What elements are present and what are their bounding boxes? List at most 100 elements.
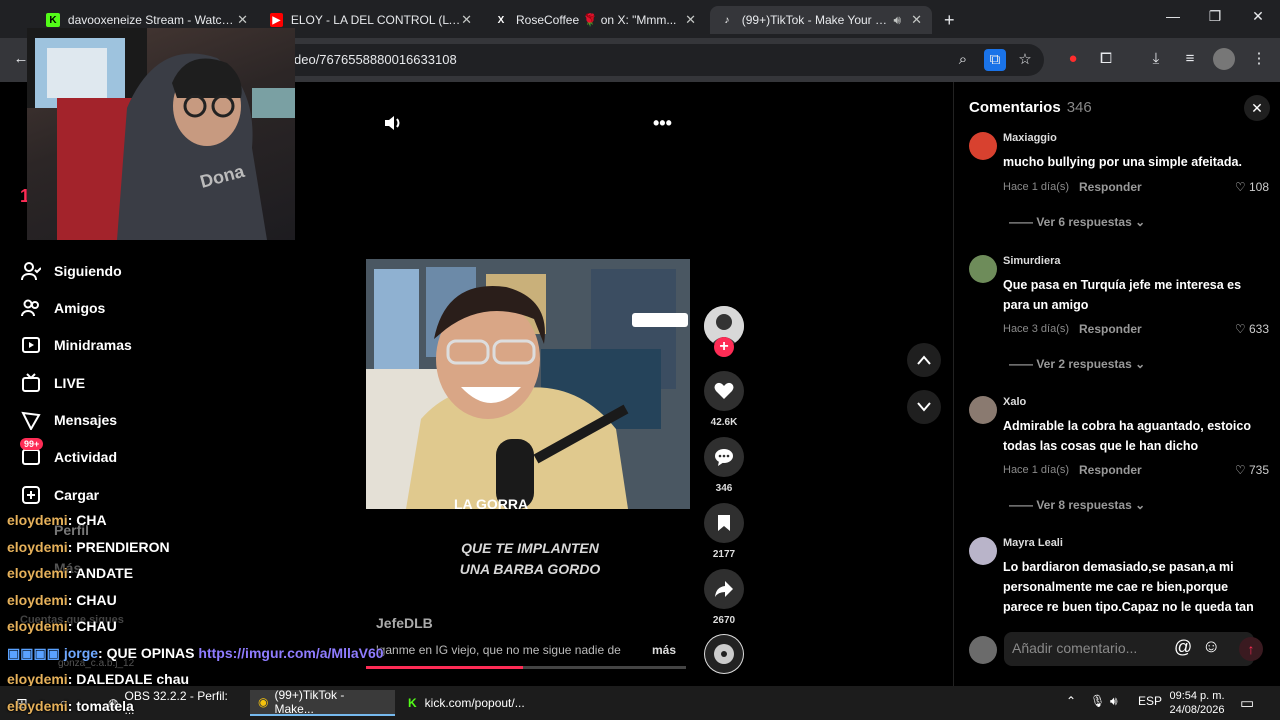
sidebar-item-amigos[interactable]: Amigos: [20, 297, 105, 319]
chat-message: eloydemi: CHAU: [7, 618, 117, 634]
notification-badge: 99+: [20, 438, 44, 450]
comment-input-box[interactable]: @ ☺: [1004, 632, 1254, 666]
sidebar-item-mensajes[interactable]: Mensajes: [20, 409, 117, 431]
sidebar-item-siguiendo[interactable]: Siguiendo: [20, 260, 122, 282]
view-replies-button[interactable]: —— Ver 8 respuestas ⌄: [1009, 498, 1145, 512]
windows-taskbar: ⊞ ○ ◍ OBS 32.2.2 - Perfil: ... ◉ (99+)TikT…: [0, 686, 1280, 720]
new-tab-button[interactable]: +: [934, 6, 964, 34]
follow-plus-icon[interactable]: +: [714, 337, 734, 357]
more-options-icon[interactable]: •••: [653, 113, 672, 134]
close-tab-icon[interactable]: ✕: [461, 12, 472, 28]
taskbar-app-kick[interactable]: Kkick.com/popout/...: [400, 690, 545, 716]
reply-button[interactable]: Responder: [1079, 180, 1142, 194]
comment-username[interactable]: Simurdiera: [1003, 255, 1060, 267]
tab-tiktok[interactable]: ♪ (99+)TikTok - Make Your Da 🔊︎ ✕: [710, 6, 932, 34]
language-indicator[interactable]: ESP: [1138, 694, 1162, 708]
zoom-icon[interactable]: ⌕: [952, 49, 974, 71]
close-tab-icon[interactable]: ✕: [237, 12, 248, 28]
cast-icon[interactable]: ⧉: [984, 49, 1006, 71]
video-player[interactable]: LA GORRA: [366, 259, 690, 509]
upload-icon: [20, 484, 42, 506]
sound-disc-button[interactable]: [704, 634, 744, 674]
view-replies-button[interactable]: —— Ver 6 respuestas ⌄: [1009, 215, 1145, 229]
avatar[interactable]: [969, 396, 997, 424]
media-control-icon[interactable]: ≡: [1179, 48, 1201, 70]
volume-icon[interactable]: [383, 113, 405, 135]
creator-avatar-button[interactable]: +: [704, 306, 744, 357]
close-comments-icon[interactable]: ✕: [1244, 95, 1270, 121]
audio-playing-icon[interactable]: 🔊︎: [894, 13, 902, 28]
close-window-icon[interactable]: ✕: [1243, 8, 1273, 25]
video-caption: QUE TE IMPLANTEN UNA BARBA GORDO: [459, 540, 601, 577]
reply-button[interactable]: Responder: [1079, 463, 1142, 477]
extension-red-icon[interactable]: ●: [1062, 48, 1084, 70]
activity-icon: 99+: [20, 438, 44, 468]
close-tab-icon[interactable]: ✕: [685, 12, 696, 28]
comment-text: Lo bardiaron demasiado,se pasan,a mi per…: [1003, 560, 1254, 614]
view-replies-button[interactable]: —— Ver 2 respuestas ⌄: [1009, 357, 1145, 371]
emoji-icon[interactable]: ☺: [1202, 636, 1220, 657]
extensions-icon[interactable]: ⧠: [1095, 48, 1117, 70]
comment-like-button[interactable]: ♡ 108: [1235, 180, 1269, 194]
menu-dots-icon[interactable]: ⋮: [1248, 48, 1270, 70]
save-count: 2177: [712, 549, 736, 560]
comment-like-button[interactable]: ♡ 735: [1235, 463, 1269, 477]
chat-message: eloydemi: tomatela: [7, 698, 134, 714]
comment-text: mucho bullying por una simple afeitada.: [1003, 155, 1242, 169]
comment-time: Hace 1 día(s): [1003, 181, 1070, 193]
microphone-icon[interactable]: 🎙︎: [1090, 694, 1105, 708]
sidebar-item-actividad[interactable]: 99+ Actividad: [20, 438, 117, 468]
live-icon: [20, 372, 42, 394]
taskbar-app-chrome[interactable]: ◉ (99+)TikTok - Make...: [250, 688, 395, 716]
maximize-icon[interactable]: ❐: [1200, 8, 1230, 25]
bookmark-star-icon[interactable]: ☆: [1014, 49, 1036, 71]
chat-message: eloydemi: ANDATE: [7, 565, 134, 581]
sidebar-item-cargar[interactable]: Cargar: [20, 484, 99, 506]
comment-item: Simurdiera Que pasa en Turquía jefe me i…: [969, 255, 1269, 371]
minimize-icon[interactable]: —: [1158, 8, 1188, 24]
comment-text: Que pasa en Turquía jefe me interesa es …: [1003, 278, 1242, 312]
comment-username[interactable]: Mayra Leali: [1003, 537, 1063, 549]
download-icon[interactable]: ⤓: [1145, 48, 1167, 70]
comments-title: Comentarios 346: [969, 99, 1092, 116]
send-comment-icon[interactable]: ↑: [1239, 637, 1263, 661]
comment-item: Maxiaggio mucho bullying por una simple …: [969, 132, 1269, 242]
chevron-up-icon: [917, 355, 931, 365]
clock[interactable]: 09:54 p. m. 24/08/2026: [1168, 689, 1226, 717]
mention-icon[interactable]: @: [1174, 637, 1192, 658]
avatar[interactable]: [969, 537, 997, 565]
comment-button[interactable]: 346: [704, 437, 744, 494]
chat-badges-icon: ▣▣▣▣: [7, 645, 60, 661]
tab-x[interactable]: X RoseCoffee 🌹 on X: "Mmm... ✕: [484, 6, 706, 34]
tiktok-icon: ♪: [724, 14, 730, 26]
chat-message: eloydemi: CHA: [7, 512, 107, 528]
comment-username[interactable]: Maxiaggio: [1003, 132, 1057, 144]
speaker-icon[interactable]: 🔊︎: [1110, 694, 1118, 709]
like-count: 42.6K: [710, 417, 738, 428]
comment-username[interactable]: Xalo: [1003, 396, 1026, 408]
avatar[interactable]: [969, 132, 997, 160]
sidebar-item-live[interactable]: LIVE: [20, 372, 85, 394]
streamer-webcam-overlay: Dona: [27, 28, 295, 240]
notifications-icon[interactable]: ▭: [1240, 694, 1254, 712]
previous-video-button[interactable]: [907, 343, 941, 377]
music-disc-icon: [704, 634, 744, 674]
comment-icon: [704, 437, 744, 477]
close-tab-icon[interactable]: ✕: [911, 12, 922, 28]
comment-item: Mayra Leali Lo bardiaron demasiado,se pa…: [969, 537, 1269, 617]
sidebar-item-minidramas[interactable]: Minidramas: [20, 334, 132, 356]
avatar[interactable]: [969, 255, 997, 283]
reply-button[interactable]: Responder: [1079, 322, 1142, 336]
description-more-link[interactable]: más: [652, 643, 676, 657]
comment-input[interactable]: [1012, 640, 1172, 656]
tray-overflow-icon[interactable]: ⌃: [1066, 694, 1076, 708]
comment-time: Hace 3 día(s): [1003, 323, 1070, 335]
comment-like-button[interactable]: ♡ 633: [1235, 322, 1269, 336]
profile-avatar[interactable]: [1213, 48, 1235, 70]
next-video-button[interactable]: [907, 390, 941, 424]
like-button[interactable]: 42.6K: [704, 371, 744, 428]
comment-time: Hace 1 día(s): [1003, 464, 1070, 476]
following-icon: [20, 260, 42, 282]
save-button[interactable]: 2177: [704, 503, 744, 560]
share-button[interactable]: 2670: [704, 569, 744, 626]
